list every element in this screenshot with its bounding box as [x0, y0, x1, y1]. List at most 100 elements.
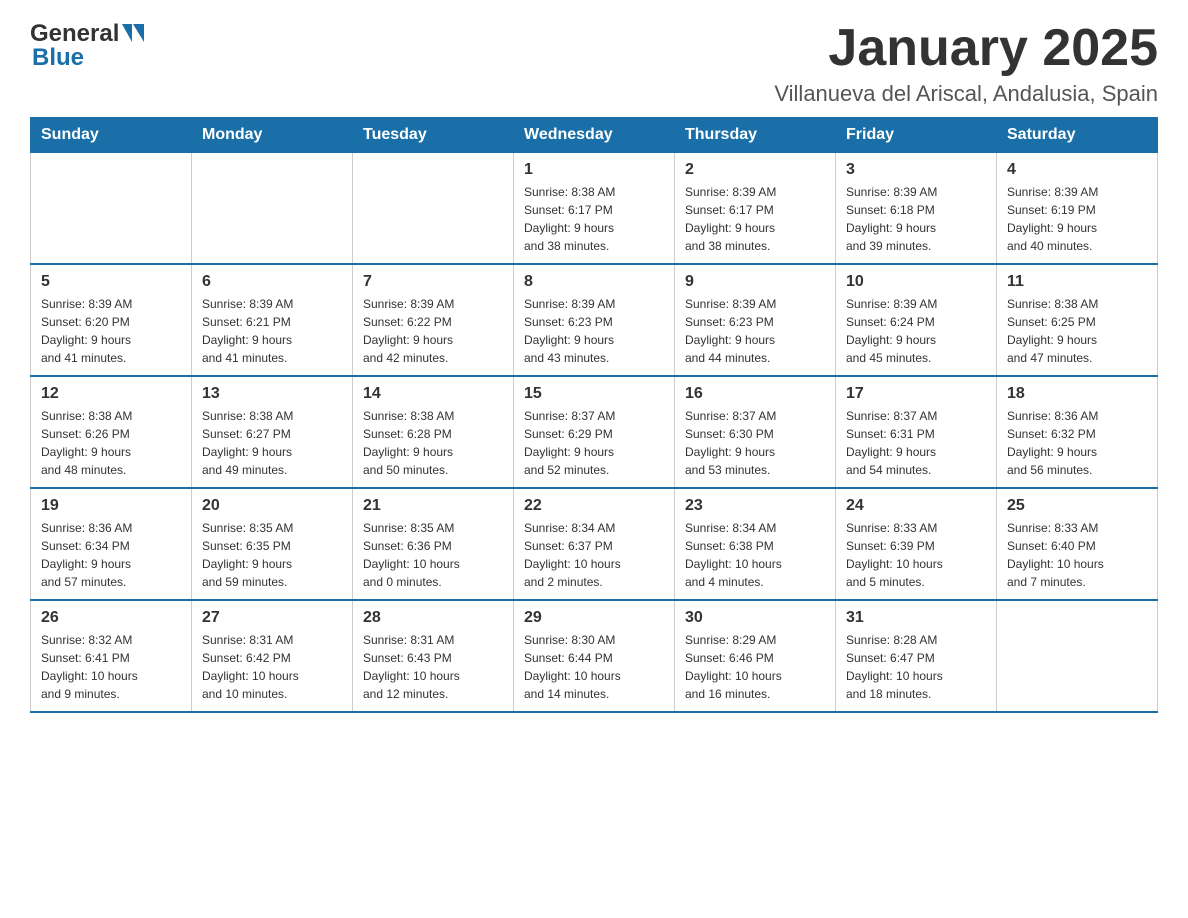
- day-number: 18: [1007, 385, 1147, 403]
- calendar-cell: 7Sunrise: 8:39 AM Sunset: 6:22 PM Daylig…: [353, 264, 514, 376]
- calendar-cell: 27Sunrise: 8:31 AM Sunset: 6:42 PM Dayli…: [192, 600, 353, 712]
- calendar-cell: 20 Sunrise: 8:35 AM Sunset: 6:35 PM Dayli…: [192, 488, 353, 600]
- calendar-cell: 18 Sunrise: 8:36 AM Sunset: 6:32 PM Dayli…: [997, 376, 1158, 488]
- calendar-cell: 1Sunrise: 8:38 AM Sunset: 6:17 PM Daylig…: [514, 153, 675, 265]
- calendar-cell: 5 Sunrise: 8:39 AM Sunset: 6:20 PM Daylig…: [31, 264, 192, 376]
- calendar-cell: 29 Sunrise: 8:30 AM Sunset: 6:44 PM Dayli…: [514, 600, 675, 712]
- day-number: 9: [685, 273, 825, 291]
- day-number: 20: [202, 497, 342, 515]
- day-info: Sunrise: 8:38 AM Sunset: 6:17 PM Dayligh…: [524, 183, 664, 255]
- day-number: 8: [524, 273, 664, 291]
- calendar-cell: 22 Sunrise: 8:34 AM Sunset: 6:37 PM Dayli…: [514, 488, 675, 600]
- day-number: 25: [1007, 497, 1147, 515]
- day-info: Sunrise: 8:38 AM Sunset: 6:27 PM Dayligh…: [202, 407, 342, 479]
- day-number: 2: [685, 161, 825, 179]
- calendar-cell: 21Sunrise: 8:35 AM Sunset: 6:36 PM Dayli…: [353, 488, 514, 600]
- calendar-cell: 3 Sunrise: 8:39 AM Sunset: 6:18 PM Daylig…: [836, 153, 997, 265]
- day-info: Sunrise: 8:33 AM Sunset: 6:40 PM Dayligh…: [1007, 519, 1147, 591]
- calendar-cell: [997, 600, 1158, 712]
- calendar-cell: [192, 153, 353, 265]
- day-info: Sunrise: 8:31 AM Sunset: 6:43 PM Dayligh…: [363, 631, 503, 703]
- calendar-cell: 6 Sunrise: 8:39 AM Sunset: 6:21 PM Daylig…: [192, 264, 353, 376]
- calendar-cell: [353, 153, 514, 265]
- day-number: 13: [202, 385, 342, 403]
- day-number: 16: [685, 385, 825, 403]
- calendar-cell: 2 Sunrise: 8:39 AM Sunset: 6:17 PM Daylig…: [675, 153, 836, 265]
- day-info: Sunrise: 8:30 AM Sunset: 6:44 PM Dayligh…: [524, 631, 664, 703]
- day-number: 22: [524, 497, 664, 515]
- calendar-cell: 23Sunrise: 8:34 AM Sunset: 6:38 PM Dayli…: [675, 488, 836, 600]
- day-number: 29: [524, 609, 664, 627]
- calendar-cell: 15 Sunrise: 8:37 AM Sunset: 6:29 PM Dayli…: [514, 376, 675, 488]
- calendar-table: SundayMondayTuesdayWednesdayThursdayFrid…: [30, 117, 1158, 713]
- calendar-week-2: 5 Sunrise: 8:39 AM Sunset: 6:20 PM Daylig…: [31, 264, 1158, 376]
- calendar-cell: 25 Sunrise: 8:33 AM Sunset: 6:40 PM Dayli…: [997, 488, 1158, 600]
- calendar-week-5: 26Sunrise: 8:32 AM Sunset: 6:41 PM Dayli…: [31, 600, 1158, 712]
- logo: General Blue: [30, 20, 144, 72]
- calendar-week-3: 12 Sunrise: 8:38 AM Sunset: 6:26 PM Dayli…: [31, 376, 1158, 488]
- day-number: 21: [363, 497, 503, 515]
- day-info: Sunrise: 8:36 AM Sunset: 6:32 PM Dayligh…: [1007, 407, 1147, 479]
- calendar-cell: 30 Sunrise: 8:29 AM Sunset: 6:46 PM Dayli…: [675, 600, 836, 712]
- calendar-week-1: 1Sunrise: 8:38 AM Sunset: 6:17 PM Daylig…: [31, 153, 1158, 265]
- day-info: Sunrise: 8:39 AM Sunset: 6:21 PM Dayligh…: [202, 295, 342, 367]
- header-day-thursday: Thursday: [675, 118, 836, 153]
- day-info: Sunrise: 8:38 AM Sunset: 6:28 PM Dayligh…: [363, 407, 503, 479]
- header-day-monday: Monday: [192, 118, 353, 153]
- day-info: Sunrise: 8:38 AM Sunset: 6:26 PM Dayligh…: [41, 407, 181, 479]
- header-day-sunday: Sunday: [31, 118, 192, 153]
- day-number: 11: [1007, 273, 1147, 291]
- day-number: 12: [41, 385, 181, 403]
- day-number: 15: [524, 385, 664, 403]
- calendar-cell: 10 Sunrise: 8:39 AM Sunset: 6:24 PM Dayli…: [836, 264, 997, 376]
- day-number: 19: [41, 497, 181, 515]
- day-info: Sunrise: 8:33 AM Sunset: 6:39 PM Dayligh…: [846, 519, 986, 591]
- day-number: 28: [363, 609, 503, 627]
- day-number: 3: [846, 161, 986, 179]
- calendar-cell: 19 Sunrise: 8:36 AM Sunset: 6:34 PM Dayli…: [31, 488, 192, 600]
- day-number: 6: [202, 273, 342, 291]
- page-title: January 2025: [774, 20, 1158, 77]
- day-info: Sunrise: 8:32 AM Sunset: 6:41 PM Dayligh…: [41, 631, 181, 703]
- day-number: 10: [846, 273, 986, 291]
- title-block: January 2025 Villanueva del Ariscal, And…: [774, 20, 1158, 107]
- day-info: Sunrise: 8:34 AM Sunset: 6:37 PM Dayligh…: [524, 519, 664, 591]
- day-number: 17: [846, 385, 986, 403]
- day-info: Sunrise: 8:36 AM Sunset: 6:34 PM Dayligh…: [41, 519, 181, 591]
- day-number: 14: [363, 385, 503, 403]
- day-info: Sunrise: 8:39 AM Sunset: 6:24 PM Dayligh…: [846, 295, 986, 367]
- day-number: 5: [41, 273, 181, 291]
- day-number: 4: [1007, 161, 1147, 179]
- day-number: 24: [846, 497, 986, 515]
- day-info: Sunrise: 8:34 AM Sunset: 6:38 PM Dayligh…: [685, 519, 825, 591]
- day-info: Sunrise: 8:39 AM Sunset: 6:23 PM Dayligh…: [524, 295, 664, 367]
- calendar-header: SundayMondayTuesdayWednesdayThursdayFrid…: [31, 118, 1158, 153]
- calendar-body: 1Sunrise: 8:38 AM Sunset: 6:17 PM Daylig…: [31, 153, 1158, 713]
- calendar-cell: 12 Sunrise: 8:38 AM Sunset: 6:26 PM Dayli…: [31, 376, 192, 488]
- calendar-cell: 17 Sunrise: 8:37 AM Sunset: 6:31 PM Dayli…: [836, 376, 997, 488]
- day-info: Sunrise: 8:38 AM Sunset: 6:25 PM Dayligh…: [1007, 295, 1147, 367]
- day-info: Sunrise: 8:39 AM Sunset: 6:19 PM Dayligh…: [1007, 183, 1147, 255]
- header-day-saturday: Saturday: [997, 118, 1158, 153]
- calendar-cell: 14 Sunrise: 8:38 AM Sunset: 6:28 PM Dayli…: [353, 376, 514, 488]
- calendar-cell: 24 Sunrise: 8:33 AM Sunset: 6:39 PM Dayli…: [836, 488, 997, 600]
- day-number: 30: [685, 609, 825, 627]
- day-info: Sunrise: 8:39 AM Sunset: 6:17 PM Dayligh…: [685, 183, 825, 255]
- day-info: Sunrise: 8:39 AM Sunset: 6:20 PM Dayligh…: [41, 295, 181, 367]
- day-info: Sunrise: 8:37 AM Sunset: 6:29 PM Dayligh…: [524, 407, 664, 479]
- day-info: Sunrise: 8:35 AM Sunset: 6:35 PM Dayligh…: [202, 519, 342, 591]
- header-day-friday: Friday: [836, 118, 997, 153]
- calendar-cell: 11 Sunrise: 8:38 AM Sunset: 6:25 PM Dayli…: [997, 264, 1158, 376]
- calendar-cell: 28 Sunrise: 8:31 AM Sunset: 6:43 PM Dayli…: [353, 600, 514, 712]
- page-subtitle: Villanueva del Ariscal, Andalusia, Spain: [774, 81, 1158, 107]
- day-info: Sunrise: 8:37 AM Sunset: 6:30 PM Dayligh…: [685, 407, 825, 479]
- calendar-cell: 4 Sunrise: 8:39 AM Sunset: 6:19 PM Daylig…: [997, 153, 1158, 265]
- day-number: 27: [202, 609, 342, 627]
- calendar-cell: 26Sunrise: 8:32 AM Sunset: 6:41 PM Dayli…: [31, 600, 192, 712]
- calendar-week-4: 19 Sunrise: 8:36 AM Sunset: 6:34 PM Dayli…: [31, 488, 1158, 600]
- day-info: Sunrise: 8:29 AM Sunset: 6:46 PM Dayligh…: [685, 631, 825, 703]
- day-info: Sunrise: 8:39 AM Sunset: 6:18 PM Dayligh…: [846, 183, 986, 255]
- day-info: Sunrise: 8:28 AM Sunset: 6:47 PM Dayligh…: [846, 631, 986, 703]
- day-info: Sunrise: 8:37 AM Sunset: 6:31 PM Dayligh…: [846, 407, 986, 479]
- day-info: Sunrise: 8:39 AM Sunset: 6:22 PM Dayligh…: [363, 295, 503, 367]
